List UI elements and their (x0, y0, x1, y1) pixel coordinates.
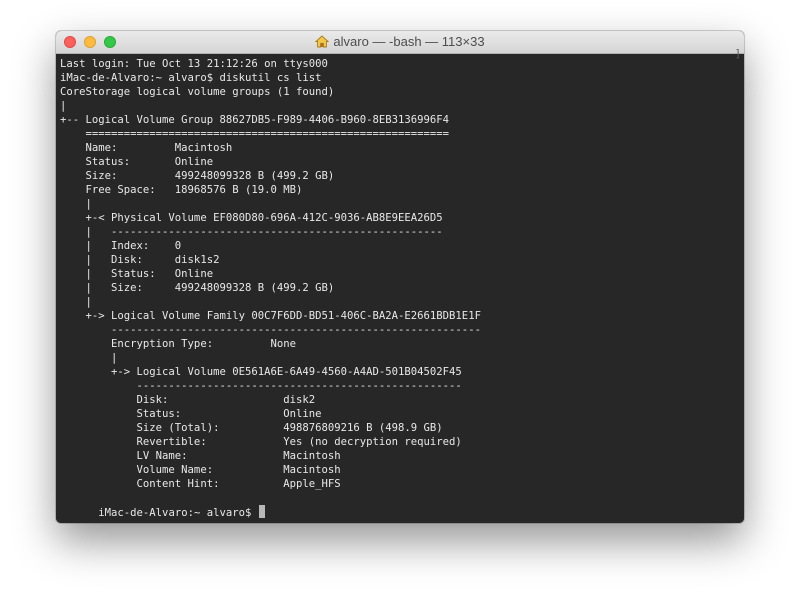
prompt-line[interactable]: iMac-de-Alvaro:~ alvaro$ (60, 491, 744, 519)
home-icon (315, 35, 330, 48)
terminal-line: Content Hint: Apple_HFS (60, 478, 341, 490)
terminal-line: | Index: 0 (60, 240, 182, 252)
terminal-line: Free Space: 18968576 B (19.0 MB) (60, 184, 303, 196)
terminal-line: LV Name: Macintosh (60, 450, 341, 462)
terminal-line: | Disk: disk1s2 (60, 254, 220, 266)
terminal-line: +-> Logical Volume 0E561A6E-6A49-4560-A4… (60, 366, 462, 378)
title-bar[interactable]: alvaro — -bash — 113×33 (56, 31, 744, 54)
terminal-line: Status: Online (60, 156, 214, 168)
scroll-marker: ] (734, 48, 741, 60)
terminal-line: ========================================… (60, 128, 450, 140)
terminal-line: CoreStorage logical volume groups (1 fou… (60, 86, 335, 98)
terminal-line: iMac-de-Alvaro:~ alvaro$ diskutil cs lis… (60, 72, 322, 84)
terminal-line: Name: Macintosh (60, 142, 233, 154)
terminal-line: Size: 499248099328 B (499.2 GB) (60, 170, 335, 182)
terminal-window: alvaro — -bash — 113×33 Last login: Tue … (56, 31, 744, 523)
terminal-line: | (60, 198, 92, 210)
terminal-line: | Status: Online (60, 268, 214, 280)
window-title-container: alvaro — -bash — 113×33 (56, 31, 744, 53)
terminal-line: ----------------------------------------… (60, 324, 481, 336)
terminal-line: Volume Name: Macintosh (60, 464, 341, 476)
terminal-line: | Size: 499248099328 B (499.2 GB) (60, 282, 335, 294)
terminal-line: ----------------------------------------… (60, 380, 462, 392)
terminal-line: | --------------------------------------… (60, 226, 443, 238)
terminal-line: Status: Online (60, 408, 322, 420)
terminal-line: | (60, 296, 92, 308)
shell-prompt: iMac-de-Alvaro:~ alvaro$ (98, 507, 258, 519)
terminal-line: | (60, 100, 67, 112)
terminal-line: Encryption Type: None (60, 338, 296, 350)
terminal-output[interactable]: Last login: Tue Oct 13 21:12:26 on ttys0… (56, 54, 744, 523)
terminal-lines: Last login: Tue Oct 13 21:12:26 on ttys0… (60, 57, 744, 491)
terminal-line: | (60, 352, 118, 364)
terminal-line: Size (Total): 498876809216 B (498.9 GB) (60, 422, 443, 434)
terminal-line: Last login: Tue Oct 13 21:12:26 on ttys0… (60, 58, 328, 70)
terminal-line: Disk: disk2 (60, 394, 316, 406)
window-title: alvaro — -bash — 113×33 (333, 34, 485, 49)
text-cursor (258, 505, 265, 518)
terminal-line: +-- Logical Volume Group 88627DB5-F989-4… (60, 114, 450, 126)
terminal-line: +-< Physical Volume EF080D80-696A-412C-9… (60, 212, 443, 224)
terminal-line: Revertible: Yes (no decryption required) (60, 436, 462, 448)
terminal-line: +-> Logical Volume Family 00C7F6DD-BD51-… (60, 310, 481, 322)
